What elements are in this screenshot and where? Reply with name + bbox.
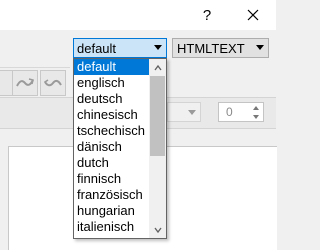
secondary-toolbar: [0, 67, 70, 98]
value-spinner[interactable]: 0: [218, 102, 264, 122]
dropdown-scrollbar[interactable]: [149, 59, 166, 238]
spinner-down-button[interactable]: [249, 112, 263, 121]
language-combo-value: default: [77, 40, 117, 56]
link-tool-button[interactable]: [12, 70, 38, 96]
list-item[interactable]: hungarian: [74, 203, 150, 219]
close-icon: [247, 9, 259, 21]
format-combo[interactable]: HTMLTEXT: [172, 38, 269, 58]
chevron-down-icon: [153, 227, 162, 233]
list-item[interactable]: finnisch: [74, 171, 150, 187]
close-button[interactable]: [230, 0, 276, 30]
font-size-combo[interactable]: [167, 102, 201, 122]
arrow-down-icon: [253, 114, 259, 119]
list-item[interactable]: tschechisch: [74, 123, 150, 139]
arrow-up-icon: [253, 105, 259, 110]
language-dropdown-list[interactable]: default englisch deutsch chinesisch tsch…: [73, 58, 167, 239]
list-item[interactable]: chinesisch: [74, 107, 150, 123]
scroll-up-button[interactable]: [149, 59, 166, 76]
format-combo-value: HTMLTEXT: [177, 40, 245, 56]
list-item[interactable]: dutch: [74, 155, 150, 171]
title-bar: ?: [0, 0, 276, 30]
spinner-value: 0: [226, 105, 233, 119]
scroll-down-button[interactable]: [149, 221, 166, 238]
list-item[interactable]: französisch: [74, 187, 150, 203]
list-item[interactable]: englisch: [74, 75, 150, 91]
spinner-up-button[interactable]: [249, 103, 263, 112]
list-item[interactable]: default: [74, 59, 150, 75]
unlink-icon: [43, 79, 62, 87]
chevron-down-icon: [188, 110, 196, 115]
help-button[interactable]: ?: [184, 0, 230, 30]
language-combo[interactable]: default: [73, 38, 167, 58]
link-icon: [16, 78, 34, 87]
chevron-down-icon: [256, 45, 264, 50]
chevron-down-icon: [154, 45, 162, 50]
unlink-tool-button[interactable]: [40, 70, 66, 96]
list-item[interactable]: italienisch: [74, 219, 150, 235]
chevron-up-icon: [153, 64, 162, 70]
list-item[interactable]: deutsch: [74, 91, 150, 107]
scrollbar-thumb[interactable]: [150, 76, 165, 156]
option-list: default englisch deutsch chinesisch tsch…: [74, 59, 150, 235]
list-item[interactable]: dänisch: [74, 139, 150, 155]
